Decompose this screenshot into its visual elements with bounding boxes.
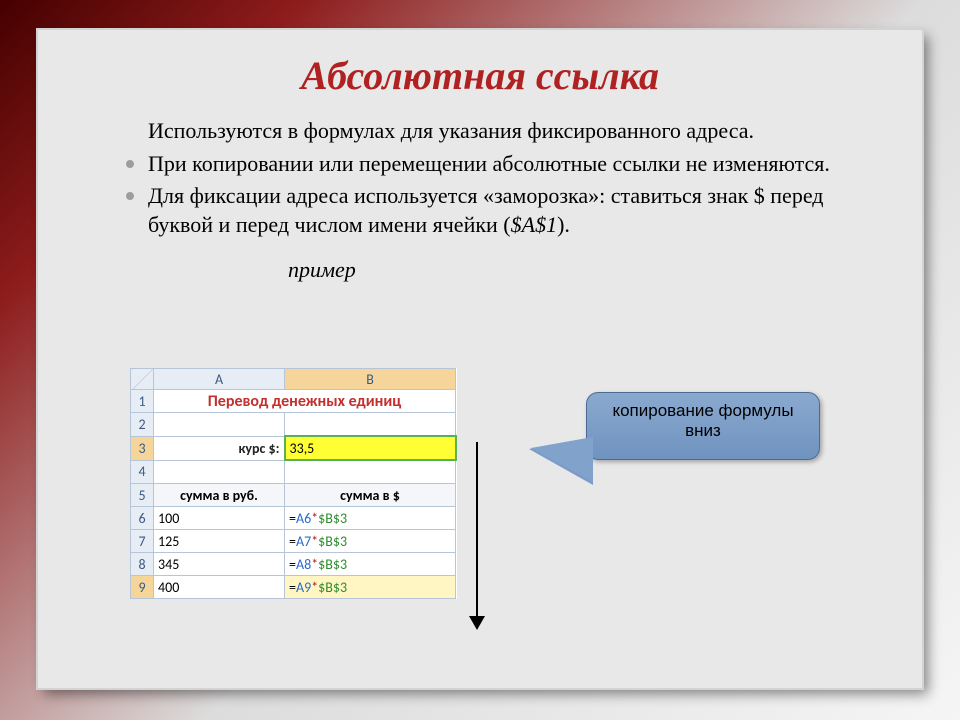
callout-tail-icon — [531, 437, 593, 482]
formula-ref: A6 — [296, 510, 311, 527]
column-label-b: сумма в $ — [285, 484, 456, 507]
merged-title-cell: Перевод денежных единиц — [154, 390, 456, 413]
formula-abs: $B$3 — [318, 533, 347, 550]
cell-formula: =A7*$B$3 — [285, 530, 456, 553]
callout-line: вниз — [587, 421, 819, 441]
formula-ref: A8 — [296, 556, 311, 573]
spreadsheet-table: A B 1 Перевод денежных единиц 2 3 курс $… — [130, 368, 457, 599]
row-header: 5 — [131, 484, 154, 507]
rate-label-cell: курс $: — [154, 436, 285, 460]
col-header-a: A — [154, 369, 285, 390]
cell-a: 100 — [154, 507, 285, 530]
bullet-item: При копировании или перемещении абсолютн… — [148, 150, 882, 179]
bullet-text: ). — [557, 212, 570, 237]
cell-formula-active: =A9*$B$3 — [285, 576, 456, 599]
slide-title: Абсолютная ссылка — [38, 52, 922, 99]
row-header: 2 — [131, 413, 154, 437]
formula-abs: $B$3 — [318, 579, 347, 596]
bullet-item: Для фиксации адреса используется «заморо… — [148, 182, 882, 239]
cell-formula: =A8*$B$3 — [285, 553, 456, 576]
arrow-down-icon — [468, 442, 486, 632]
spreadsheet: A B 1 Перевод денежных единиц 2 3 курс $… — [130, 368, 457, 599]
formula-sample: $A$1 — [511, 212, 557, 237]
cell — [285, 413, 456, 437]
rate-value-cell: 33,5 — [285, 436, 456, 460]
formula-abs: $B$3 — [318, 510, 347, 527]
formula-ref: A9 — [296, 579, 311, 596]
select-all-corner — [131, 369, 154, 390]
row-header: 1 — [131, 390, 154, 413]
bullet-text: При копировании или перемещении абсолютн… — [148, 151, 830, 176]
example-label: пример — [288, 257, 922, 283]
bullet-text: Используются в формулах для указания фик… — [148, 118, 754, 143]
row-header: 6 — [131, 507, 154, 530]
cell — [154, 460, 285, 484]
callout-line: копирование формулы — [587, 401, 819, 421]
row-header: 4 — [131, 460, 154, 484]
bullet-list: Используются в формулах для указания фик… — [108, 117, 882, 239]
formula-abs: $B$3 — [318, 556, 347, 573]
cell-formula: =A6*$B$3 — [285, 507, 456, 530]
row-header: 7 — [131, 530, 154, 553]
cell — [285, 460, 456, 484]
cell — [154, 413, 285, 437]
row-header: 3 — [131, 436, 154, 460]
slide: Абсолютная ссылка Используются в формула… — [38, 30, 922, 688]
cell-a: 400 — [154, 576, 285, 599]
column-label-a: сумма в руб. — [154, 484, 285, 507]
cell-a: 345 — [154, 553, 285, 576]
bullet-text: Для фиксации адреса используется «заморо… — [148, 183, 824, 237]
formula-ref: A7 — [296, 533, 311, 550]
col-header-b: B — [285, 369, 456, 390]
cell-a: 125 — [154, 530, 285, 553]
bullet-item: Используются в формулах для указания фик… — [148, 117, 882, 146]
row-header: 9 — [131, 576, 154, 599]
row-header: 8 — [131, 553, 154, 576]
callout: копирование формулы вниз — [586, 392, 820, 460]
